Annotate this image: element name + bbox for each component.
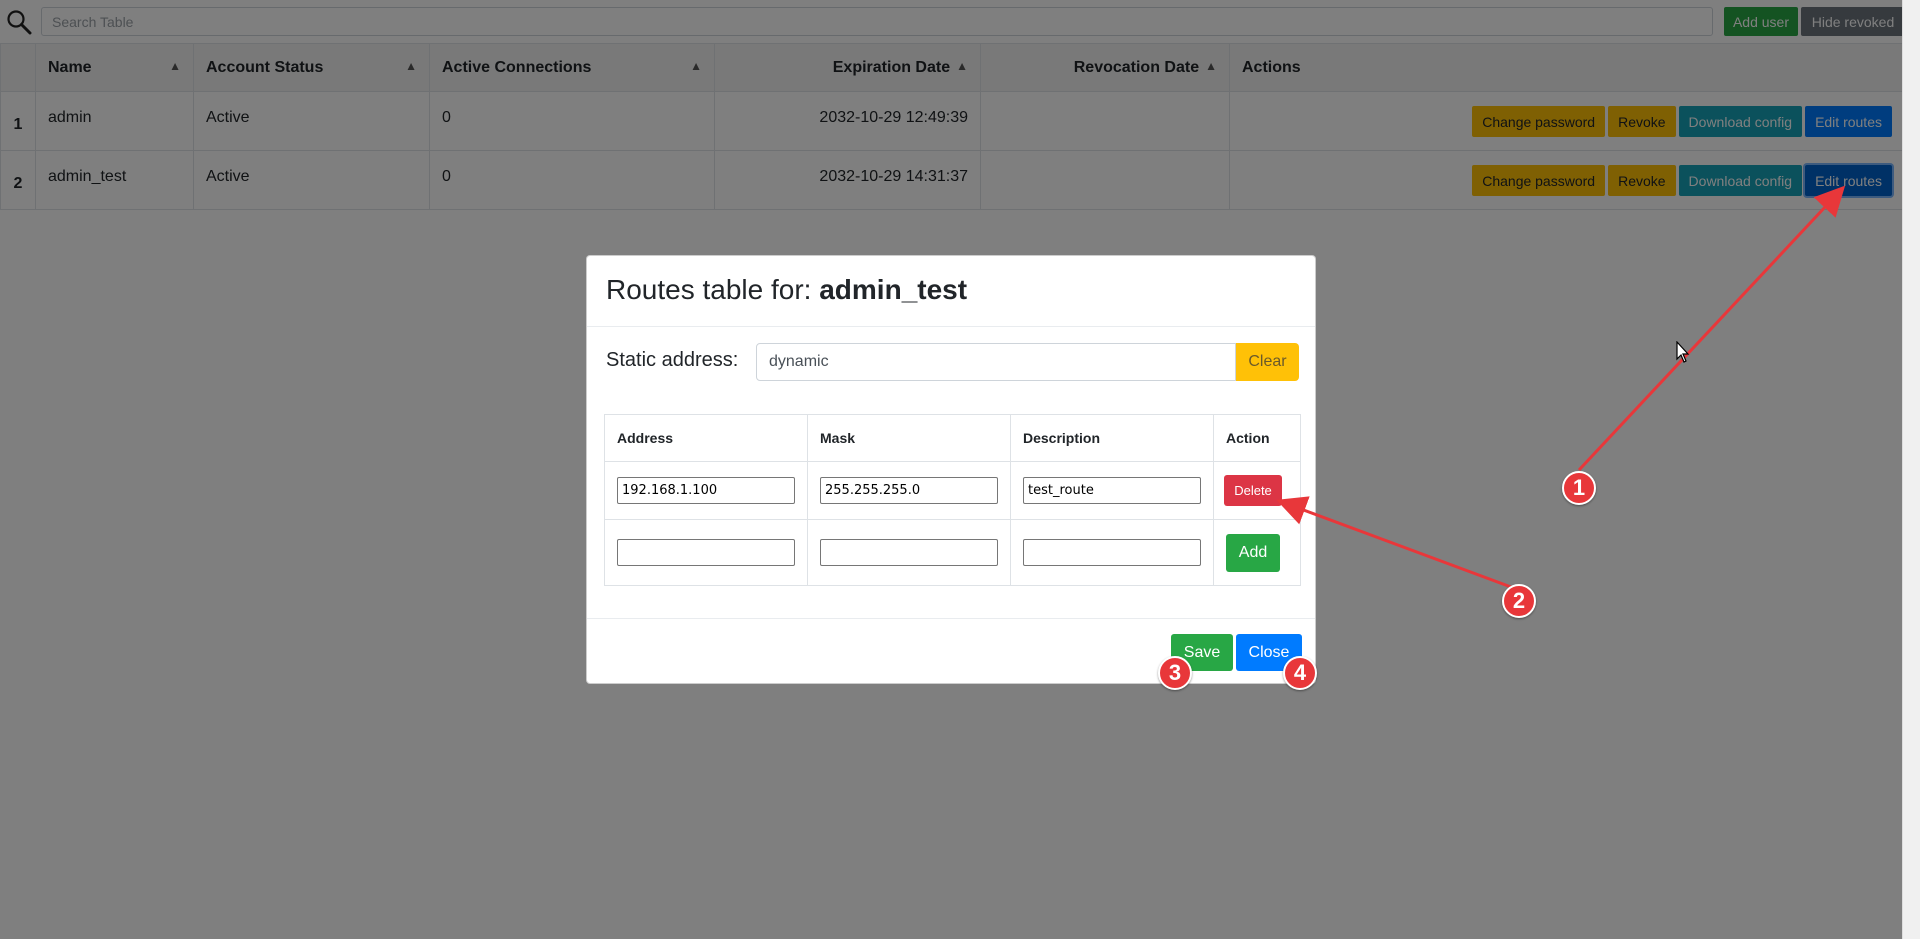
annotation-marker-2: 2: [1502, 584, 1536, 618]
modal-title: Routes table for: admin_test: [606, 274, 968, 305]
route-action-cell: Delete: [1213, 461, 1301, 520]
route-description-input[interactable]: [1023, 477, 1201, 504]
modal-header: Routes table for: admin_test: [587, 256, 1315, 327]
new-route-action-cell: Add: [1213, 519, 1301, 586]
clear-button[interactable]: Clear: [1236, 343, 1299, 381]
route-mask-input[interactable]: [820, 477, 998, 504]
static-address-row: Static address: Clear: [606, 343, 1299, 381]
route-description-cell: [1010, 461, 1214, 520]
add-route-button[interactable]: Add: [1226, 533, 1280, 572]
static-address-input[interactable]: [756, 343, 1236, 381]
modal-footer: Save Close: [587, 618, 1315, 684]
mouse-cursor-icon: [1676, 341, 1690, 363]
new-route-address-input[interactable]: [617, 539, 795, 566]
route-row: Delete: [604, 461, 1301, 520]
new-address-cell: [604, 519, 808, 586]
column-header-description: Description: [1010, 414, 1214, 462]
column-header-address: Address: [604, 414, 808, 462]
delete-route-button[interactable]: Delete: [1224, 475, 1282, 506]
new-route-mask-input[interactable]: [820, 539, 998, 566]
routes-modal: Routes table for: admin_test Static addr…: [586, 255, 1316, 684]
scrollbar[interactable]: [1902, 0, 1920, 939]
route-address-input[interactable]: [617, 477, 795, 504]
routes-table: Address Mask Description Action Delete A…: [604, 414, 1301, 586]
annotation-marker-1: 1: [1562, 471, 1596, 505]
routes-table-header: Address Mask Description Action: [604, 414, 1301, 462]
new-route-description-input[interactable]: [1023, 539, 1201, 566]
route-address-cell: [604, 461, 808, 520]
annotation-marker-4: 4: [1283, 656, 1317, 690]
new-route-row: Add: [604, 519, 1301, 586]
annotation-marker-3: 3: [1158, 656, 1192, 690]
route-mask-cell: [807, 461, 1011, 520]
new-mask-cell: [807, 519, 1011, 586]
static-address-label: Static address:: [606, 349, 739, 371]
column-header-mask: Mask: [807, 414, 1011, 462]
modal-title-user: admin_test: [819, 274, 968, 305]
column-header-action: Action: [1213, 414, 1301, 462]
new-description-cell: [1010, 519, 1214, 586]
